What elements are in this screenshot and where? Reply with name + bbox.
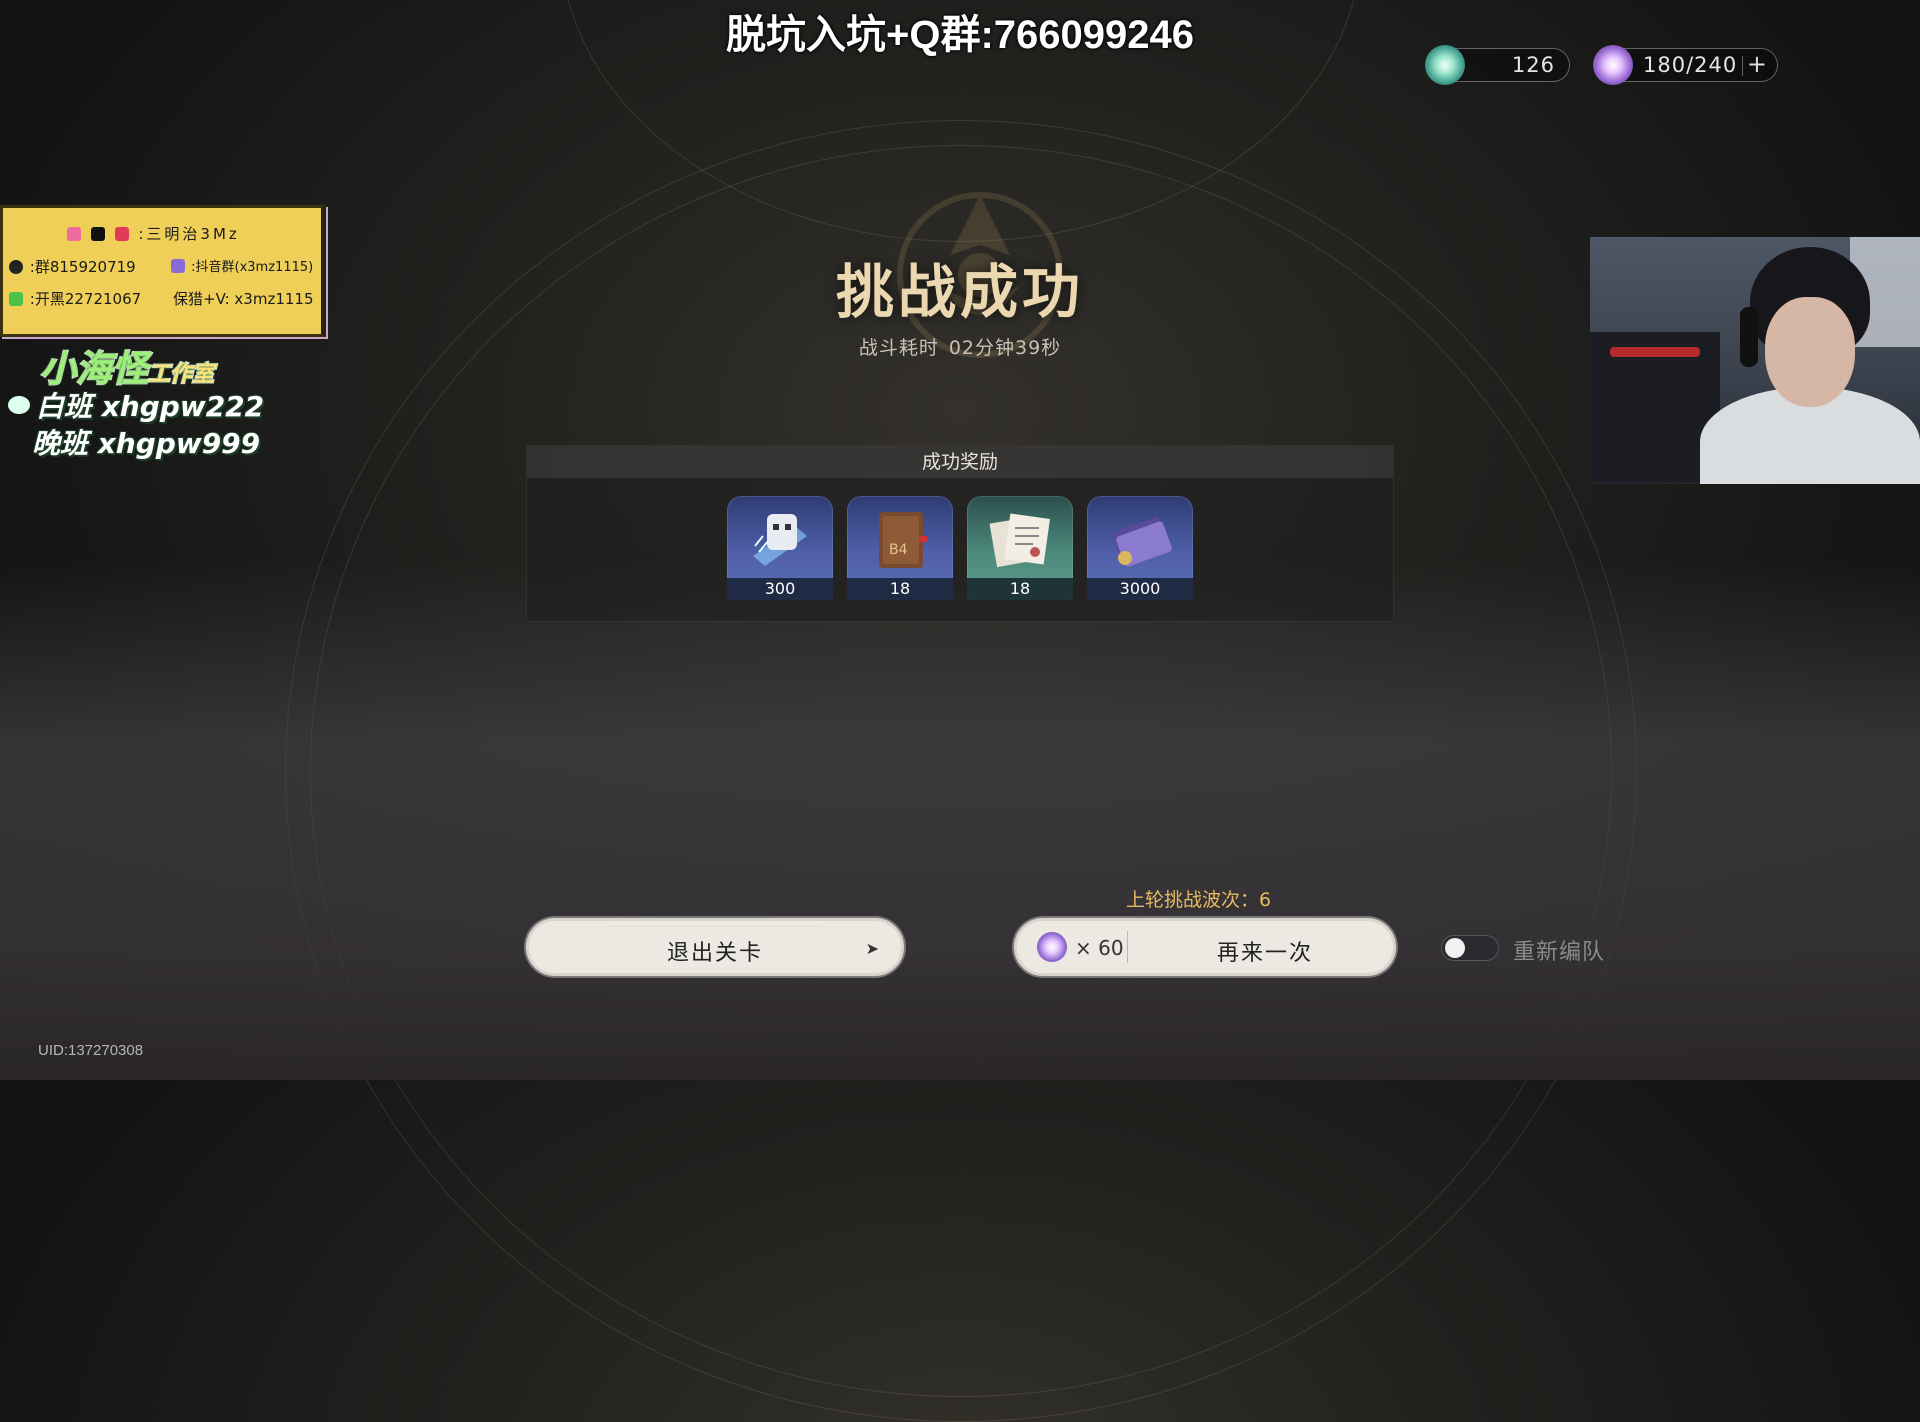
last-waves-label: 上轮挑战波次：6 — [1126, 889, 1272, 911]
challenge-again-label: 再来一次 — [1216, 941, 1313, 966]
add-power-button[interactable]: + — [1747, 50, 1767, 78]
cloud-haze — [0, 560, 1920, 1080]
bilibili-icon — [67, 227, 81, 241]
trailblaze-power-icon — [1037, 932, 1067, 962]
reteam-label: 重新编队 — [1513, 940, 1606, 965]
trace-material-icon — [753, 514, 807, 566]
divider — [1127, 931, 1128, 963]
mouse-cursor-icon: ➤ — [865, 939, 879, 958]
stellar-jade-value: 126 — [1511, 53, 1555, 77]
divider — [1742, 56, 1743, 76]
reward-item[interactable]: 300 — [727, 496, 833, 600]
reward-header: 成功奖励 — [527, 446, 1393, 478]
battle-time-label: 战斗耗时 — [858, 337, 939, 359]
streamer-handle-row: :三明治3Mz — [67, 223, 240, 244]
battle-time: 战斗耗时 02分钟39秒 — [0, 333, 1920, 360]
adventure-log-icon: B4 — [879, 512, 927, 568]
reward-count: 300 — [727, 578, 833, 600]
reward-item[interactable]: 3000 — [1087, 496, 1193, 600]
power-cost: × 60 — [1075, 936, 1124, 960]
reteam-toggle[interactable] — [1441, 935, 1499, 961]
day-shift-text: 白班 xhgpw222 — [36, 390, 265, 423]
reward-count: 3000 — [1087, 578, 1193, 600]
result-title: 挑战成功 — [835, 258, 1084, 326]
player-uid: UID:137270308 — [38, 1042, 144, 1059]
day-shift-row: 白班 xhgpw222 — [8, 385, 264, 425]
button-highlight — [609, 926, 821, 927]
reward-list: 300 B4 18 18 3000 — [727, 496, 1193, 600]
trailblaze-power-value: 180/240 — [1643, 53, 1738, 77]
reward-panel: 成功奖励 300 B4 18 18 3000 — [526, 445, 1394, 622]
streamer-handle: :三明治3Mz — [138, 225, 240, 243]
reward-item[interactable]: 18 — [967, 496, 1073, 600]
stellar-jade-counter[interactable]: 126 — [1425, 45, 1570, 85]
exit-stage-label: 退出关卡 — [666, 941, 763, 966]
exit-stage-button[interactable]: 退出关卡 ➤ — [526, 918, 904, 976]
reward-item[interactable]: B4 18 — [847, 496, 953, 600]
battle-time-value: 02分钟39秒 — [948, 337, 1062, 359]
credit-card-icon — [1112, 517, 1172, 567]
svg-text:B4: B4 — [889, 542, 908, 558]
reward-count: 18 — [967, 578, 1073, 600]
trailblaze-power-counter[interactable]: 180/240 + — [1593, 45, 1778, 85]
douyin-icon — [90, 227, 105, 241]
studio-suffix: 工作室 — [147, 361, 215, 388]
night-shift-text: 晚班 xhgpw999 — [32, 427, 261, 460]
wechat-icon — [8, 396, 30, 414]
toggle-knob — [1445, 938, 1465, 958]
challenge-again-button[interactable]: × 60 再来一次 — [1014, 918, 1396, 976]
trailblaze-power-icon — [1593, 45, 1633, 85]
weibo-icon — [114, 227, 129, 241]
reward-count: 18 — [847, 578, 953, 600]
travel-encounter-icon — [989, 513, 1051, 568]
stellar-jade-icon — [1425, 45, 1465, 85]
